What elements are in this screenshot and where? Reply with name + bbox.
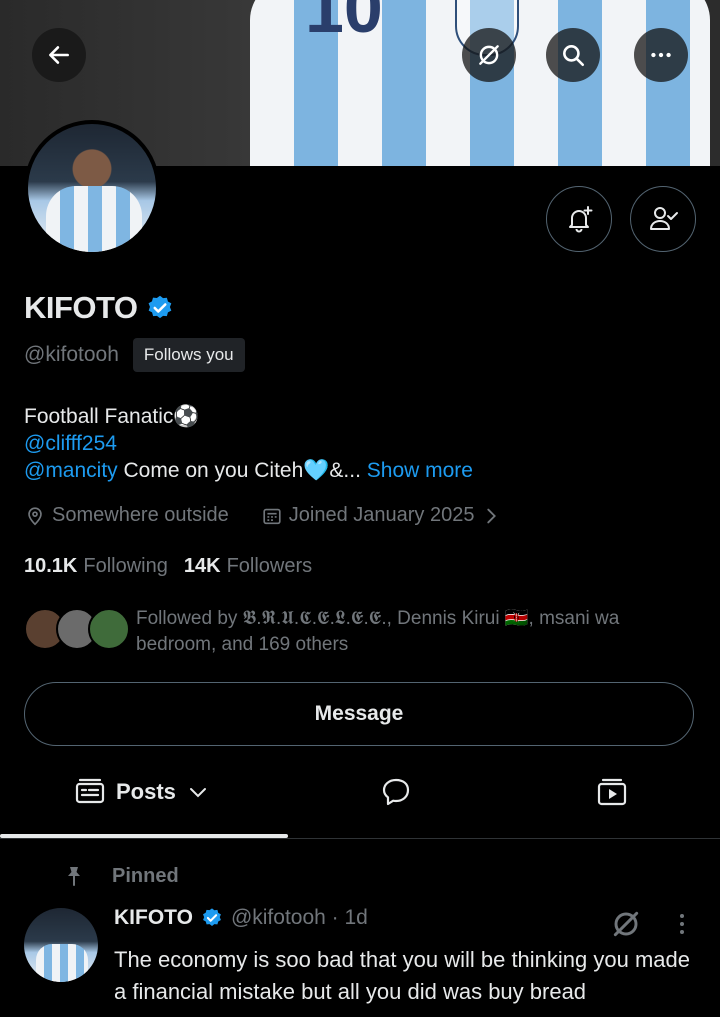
profile-avatar[interactable] [24, 120, 160, 256]
message-button[interactable]: Message [24, 682, 694, 746]
profile-name-row: KIFOTO [24, 290, 174, 326]
followed-by-text: Followed by 𝕭.𝕽.𝖀.𝕮.𝕰.𝕷.𝕰.𝕰., Dennis Kir… [136, 608, 620, 655]
follow-counts: 10.1K Following 14K Followers [24, 555, 312, 578]
follows-you-badge: Follows you [132, 338, 245, 372]
location-pin-icon [28, 506, 42, 525]
search-button[interactable] [546, 28, 600, 82]
arrow-left-icon [49, 46, 69, 64]
tweet-handle-time: @kifotooh · 1d [230, 906, 368, 929]
posts-feed-icon [75, 778, 105, 804]
profile-handle: @kifotooh [24, 343, 119, 366]
location-text: Somewhere outside [52, 504, 229, 526]
jersey-number: 10 [305, 0, 383, 47]
followers-label: Followers [226, 555, 313, 577]
more-vertical-icon[interactable] [670, 908, 694, 940]
profile-meta: Somewhere outside Joined January 2025 [24, 504, 534, 527]
more-horizontal-icon [651, 52, 671, 58]
grok-button[interactable] [462, 28, 516, 82]
tabs-divider [0, 838, 720, 839]
tab-posts[interactable]: Posts [74, 776, 210, 808]
notifications-button[interactable] [546, 186, 612, 252]
grok-icon [479, 45, 499, 65]
following-button[interactable] [630, 186, 696, 252]
joined-item[interactable]: Joined January 2025 [261, 504, 503, 527]
followers-count: 14K [183, 555, 221, 577]
tweet-text: The economy is soo bad that you will be … [114, 947, 690, 1004]
tweet-author-name[interactable]: KIFOTO [114, 906, 193, 930]
location-item: Somewhere outside [24, 504, 229, 527]
banner-jersey-image: 10 [250, 0, 710, 166]
grok-icon[interactable] [610, 908, 642, 940]
pinned-label: Pinned [112, 864, 179, 887]
followers-count-link[interactable]: 14K Followers [184, 555, 312, 578]
avatar-shirt [46, 186, 142, 252]
verified-badge-icon [202, 908, 221, 926]
user-check-icon [650, 207, 678, 230]
media-play-icon [597, 778, 627, 806]
handle-row: @kifotooh Follows you [24, 338, 245, 372]
tab-replies[interactable] [380, 776, 412, 808]
more-options-button[interactable] [634, 28, 688, 82]
show-more-link[interactable]: Show more [367, 459, 473, 482]
mutual-avatar-3 [88, 608, 130, 650]
search-icon [563, 45, 585, 67]
tweet-avatar[interactable] [24, 908, 98, 982]
tab-media[interactable] [596, 776, 628, 808]
chevron-right-icon [487, 508, 497, 523]
display-name: KIFOTO [24, 290, 138, 325]
bio-line-3-text: Come on you Citeh🩵&... [117, 459, 367, 482]
speech-bubble-icon [382, 778, 410, 806]
bio-line-1: Football Fanatic⚽ [24, 405, 200, 428]
joined-text: Joined January 2025 [288, 504, 475, 526]
followed-by-row[interactable]: Followed by 𝕭.𝕽.𝖀.𝕮.𝕰.𝕷.𝕰.𝕰., Dennis Kir… [24, 606, 676, 658]
pinned-label-row: Pinned [62, 864, 179, 888]
pin-icon [68, 867, 80, 886]
following-count-link[interactable]: 10.1K Following [24, 555, 168, 578]
tweet-header: KIFOTO @kifotooh · 1d [114, 906, 368, 930]
bio-mention-clifff254[interactable]: @clifff254 [24, 432, 117, 455]
tab-posts-label: Posts [116, 779, 176, 804]
mutual-avatars [24, 606, 130, 650]
verified-badge-icon[interactable] [146, 294, 174, 322]
bell-plus-icon [569, 206, 593, 233]
following-count: 10.1K [24, 555, 78, 577]
tweet-avatar-shirt [36, 944, 88, 982]
profile-tabs: Posts [0, 766, 720, 836]
calendar-icon [263, 508, 281, 524]
back-button[interactable] [32, 28, 86, 82]
chevron-down-icon [189, 788, 206, 798]
profile-bio: Football Fanatic⚽ @clifff254 @mancity Co… [24, 403, 473, 484]
following-label: Following [83, 555, 168, 577]
bio-mention-mancity[interactable]: @mancity [24, 459, 118, 482]
